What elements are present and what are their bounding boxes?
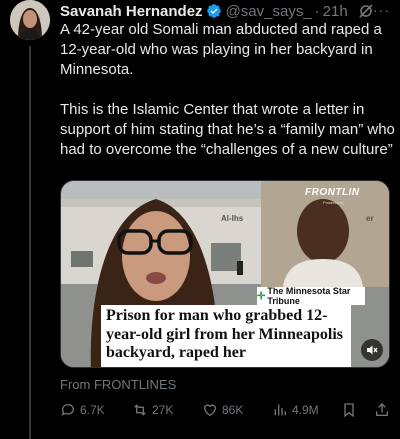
newspaper-name: The Minnesota Star Tribune: [267, 286, 351, 306]
avatar[interactable]: [10, 0, 50, 40]
repost-button[interactable]: 27K: [132, 402, 173, 418]
reply-button[interactable]: 6.7K: [60, 402, 105, 418]
separator-dot: ·: [314, 2, 320, 20]
frontline-logo: FRONTLIN: [305, 187, 360, 198]
like-count: 86K: [222, 403, 244, 417]
headline-box: Prison for man who grabbed 12-year-old g…: [101, 305, 351, 367]
repost-icon: [134, 404, 146, 416]
bookmark-button[interactable]: [341, 402, 361, 418]
tweet-header: Savanah Hernandez @sav_says_ · 21h ···: [60, 2, 390, 20]
grok-icon[interactable]: [358, 3, 374, 19]
author-name[interactable]: Savanah Hernandez: [60, 3, 203, 20]
tweet-paragraph-2: This is the Islamic Center that wrote a …: [60, 101, 395, 158]
reply-icon: [61, 404, 74, 416]
views-button[interactable]: 4.9M: [272, 402, 319, 418]
newspaper-label: ✛ The Minnesota Star Tribune: [257, 286, 365, 306]
heart-icon: [203, 404, 217, 417]
speaker-muted-icon: [367, 345, 378, 355]
more-options-icon[interactable]: ···: [373, 2, 390, 18]
tweet-paragraph-1: A 42-year old Somali man abducted and ra…: [60, 21, 382, 78]
share-icon: [376, 403, 388, 416]
author-handle[interactable]: @sav_says_: [226, 3, 312, 20]
timestamp[interactable]: 21h: [323, 3, 348, 20]
views-count: 4.9M: [292, 403, 319, 417]
reply-count: 6.7K: [80, 403, 105, 417]
plus-icon: ✛: [257, 290, 266, 302]
video-media[interactable]: FRONTLIN Powered by Al-Ihs er ✛ The Minn…: [60, 180, 390, 368]
headline-text: Prison for man who grabbed 12-year-old g…: [106, 307, 344, 361]
verified-badge-icon: [206, 4, 221, 18]
views-chart-icon: [274, 404, 286, 416]
source-attribution[interactable]: From FRONTLINES: [60, 377, 176, 392]
frontline-sub-label: Powered by: [323, 200, 345, 205]
like-button[interactable]: 86K: [202, 402, 243, 418]
building-sign-left: Al-Ihs: [221, 214, 244, 223]
action-bar: 6.7K 27K 86K 4.9M: [60, 400, 395, 420]
bookmark-icon: [344, 403, 354, 418]
repost-count: 27K: [152, 403, 174, 417]
mute-button[interactable]: [361, 339, 383, 361]
thread-line: [29, 46, 31, 439]
building-sign-right: er: [366, 214, 374, 223]
tweet-text: A 42-year old Somali man abducted and ra…: [60, 20, 395, 160]
share-button[interactable]: [374, 402, 394, 418]
